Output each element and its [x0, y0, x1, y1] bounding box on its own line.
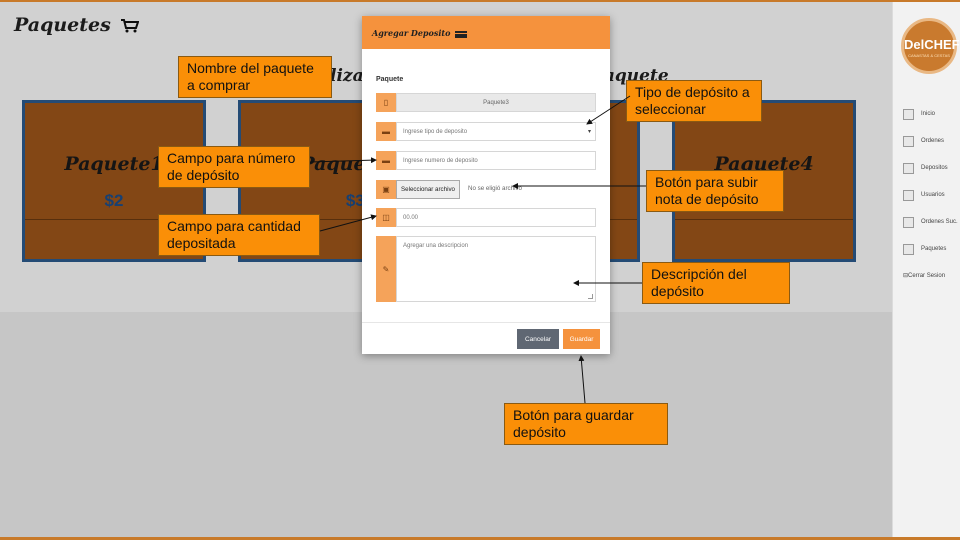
- cancel-button[interactable]: Cancelar: [517, 329, 559, 349]
- credit-card-icon: [455, 30, 468, 38]
- file-status: No se eligió archivo: [468, 185, 522, 192]
- package-row: ▯ Paquete3: [376, 93, 596, 112]
- callout-description: Descripción del depósito: [642, 262, 790, 304]
- deposit-type-select[interactable]: Ingrese tipo de deposito ▾: [396, 122, 596, 141]
- package-field: Paquete3: [396, 93, 596, 112]
- callout-deposit-number: Campo para número de depósito: [158, 146, 310, 188]
- package-label: Paquete: [376, 76, 404, 83]
- sidebar-item-usuarios[interactable]: Usuarios: [903, 187, 945, 203]
- image-icon: ▣: [376, 180, 396, 199]
- amount-input[interactable]: 00.00: [396, 208, 596, 227]
- sidebar-item-label: Ordenes Suc.: [921, 219, 958, 225]
- phone-icon: ▯: [376, 93, 396, 112]
- callout-save: Botón para guardar depósito: [504, 403, 668, 445]
- sidebar-item-label: Paquetes: [921, 246, 947, 252]
- sidebar-item-paquetes[interactable]: Paquetes: [903, 241, 946, 257]
- modal-header: Agregar Deposito: [362, 16, 610, 49]
- logout-link[interactable]: ⊟Cerrar Sesion: [903, 272, 945, 279]
- modal-title: Agregar Deposito: [372, 28, 451, 38]
- amount-row: ◫ 00.00: [376, 208, 596, 227]
- pencil-icon: ✎: [376, 236, 396, 302]
- save-button[interactable]: Guardar: [563, 329, 600, 349]
- branch-orders-icon: [903, 216, 914, 228]
- sidebar-item-ordenes[interactable]: Ordenes: [903, 133, 944, 149]
- chevron-down-icon: ▾: [587, 129, 591, 135]
- callout-deposit-type: Tipo de depósito a seleccionar: [626, 80, 762, 122]
- description-row: ✎ Agregar una descripcion: [376, 236, 596, 302]
- brand-logo[interactable]: DelCHEF CANASTAS & CESTAS: [901, 18, 960, 74]
- sidebar-item-label: Depositos: [921, 165, 948, 171]
- logo-subtext: CANASTAS & CESTAS: [908, 53, 950, 58]
- packages-icon: [903, 243, 914, 255]
- orders-icon: [903, 135, 914, 147]
- deposit-icon: [903, 162, 914, 174]
- home-icon: [903, 108, 914, 120]
- description-textarea[interactable]: Agregar una descripcion: [396, 236, 596, 302]
- top-border: [0, 0, 960, 2]
- sidebar-item-inicio[interactable]: Inicio: [903, 106, 935, 122]
- sidebar-item-label: Inicio: [921, 111, 936, 117]
- modal-footer-divider: [362, 322, 610, 323]
- deposit-number-row: ▬ Ingrese numero de deposito: [376, 151, 596, 170]
- file-upload-row: ▣ Seleccionar archivo No se eligió archi…: [376, 180, 596, 199]
- deposit-number-input[interactable]: Ingrese numero de deposito: [396, 151, 596, 170]
- logo-text: DelCHEF: [904, 37, 960, 52]
- deposit-type-placeholder: Ingrese tipo de deposito: [403, 129, 468, 135]
- money-icon: ◫: [376, 208, 396, 227]
- sidebar-item-label: Usuarios: [921, 192, 945, 198]
- sidebar-item-ordenes-suc[interactable]: Ordenes Suc.: [903, 214, 958, 230]
- callout-amount: Campo para cantidad depositada: [158, 214, 320, 256]
- choose-file-button[interactable]: Seleccionar archivo: [396, 180, 460, 199]
- add-deposit-modal: Agregar Deposito Paquete ▯ Paquete3 ▬ In…: [362, 16, 610, 354]
- sidebar-item-label: Ordenes: [921, 138, 945, 144]
- callout-upload: Botón para subir nota de depósito: [646, 170, 784, 212]
- sidebar-item-depositos[interactable]: Depositos: [903, 160, 948, 176]
- sidebar: DelCHEF CANASTAS & CESTAS Inicio Ordenes…: [892, 0, 960, 540]
- deposit-type-row: ▬ Ingrese tipo de deposito ▾: [376, 122, 596, 141]
- resize-handle-icon[interactable]: [588, 294, 593, 299]
- callout-package-name: Nombre del paquete a comprar: [178, 56, 332, 98]
- description-placeholder: Agregar una descripcion: [403, 243, 469, 249]
- card-icon: ▬: [376, 122, 396, 141]
- logout-label: Cerrar Sesion: [908, 273, 946, 279]
- card-icon: ▬: [376, 151, 396, 170]
- users-icon: [903, 189, 914, 201]
